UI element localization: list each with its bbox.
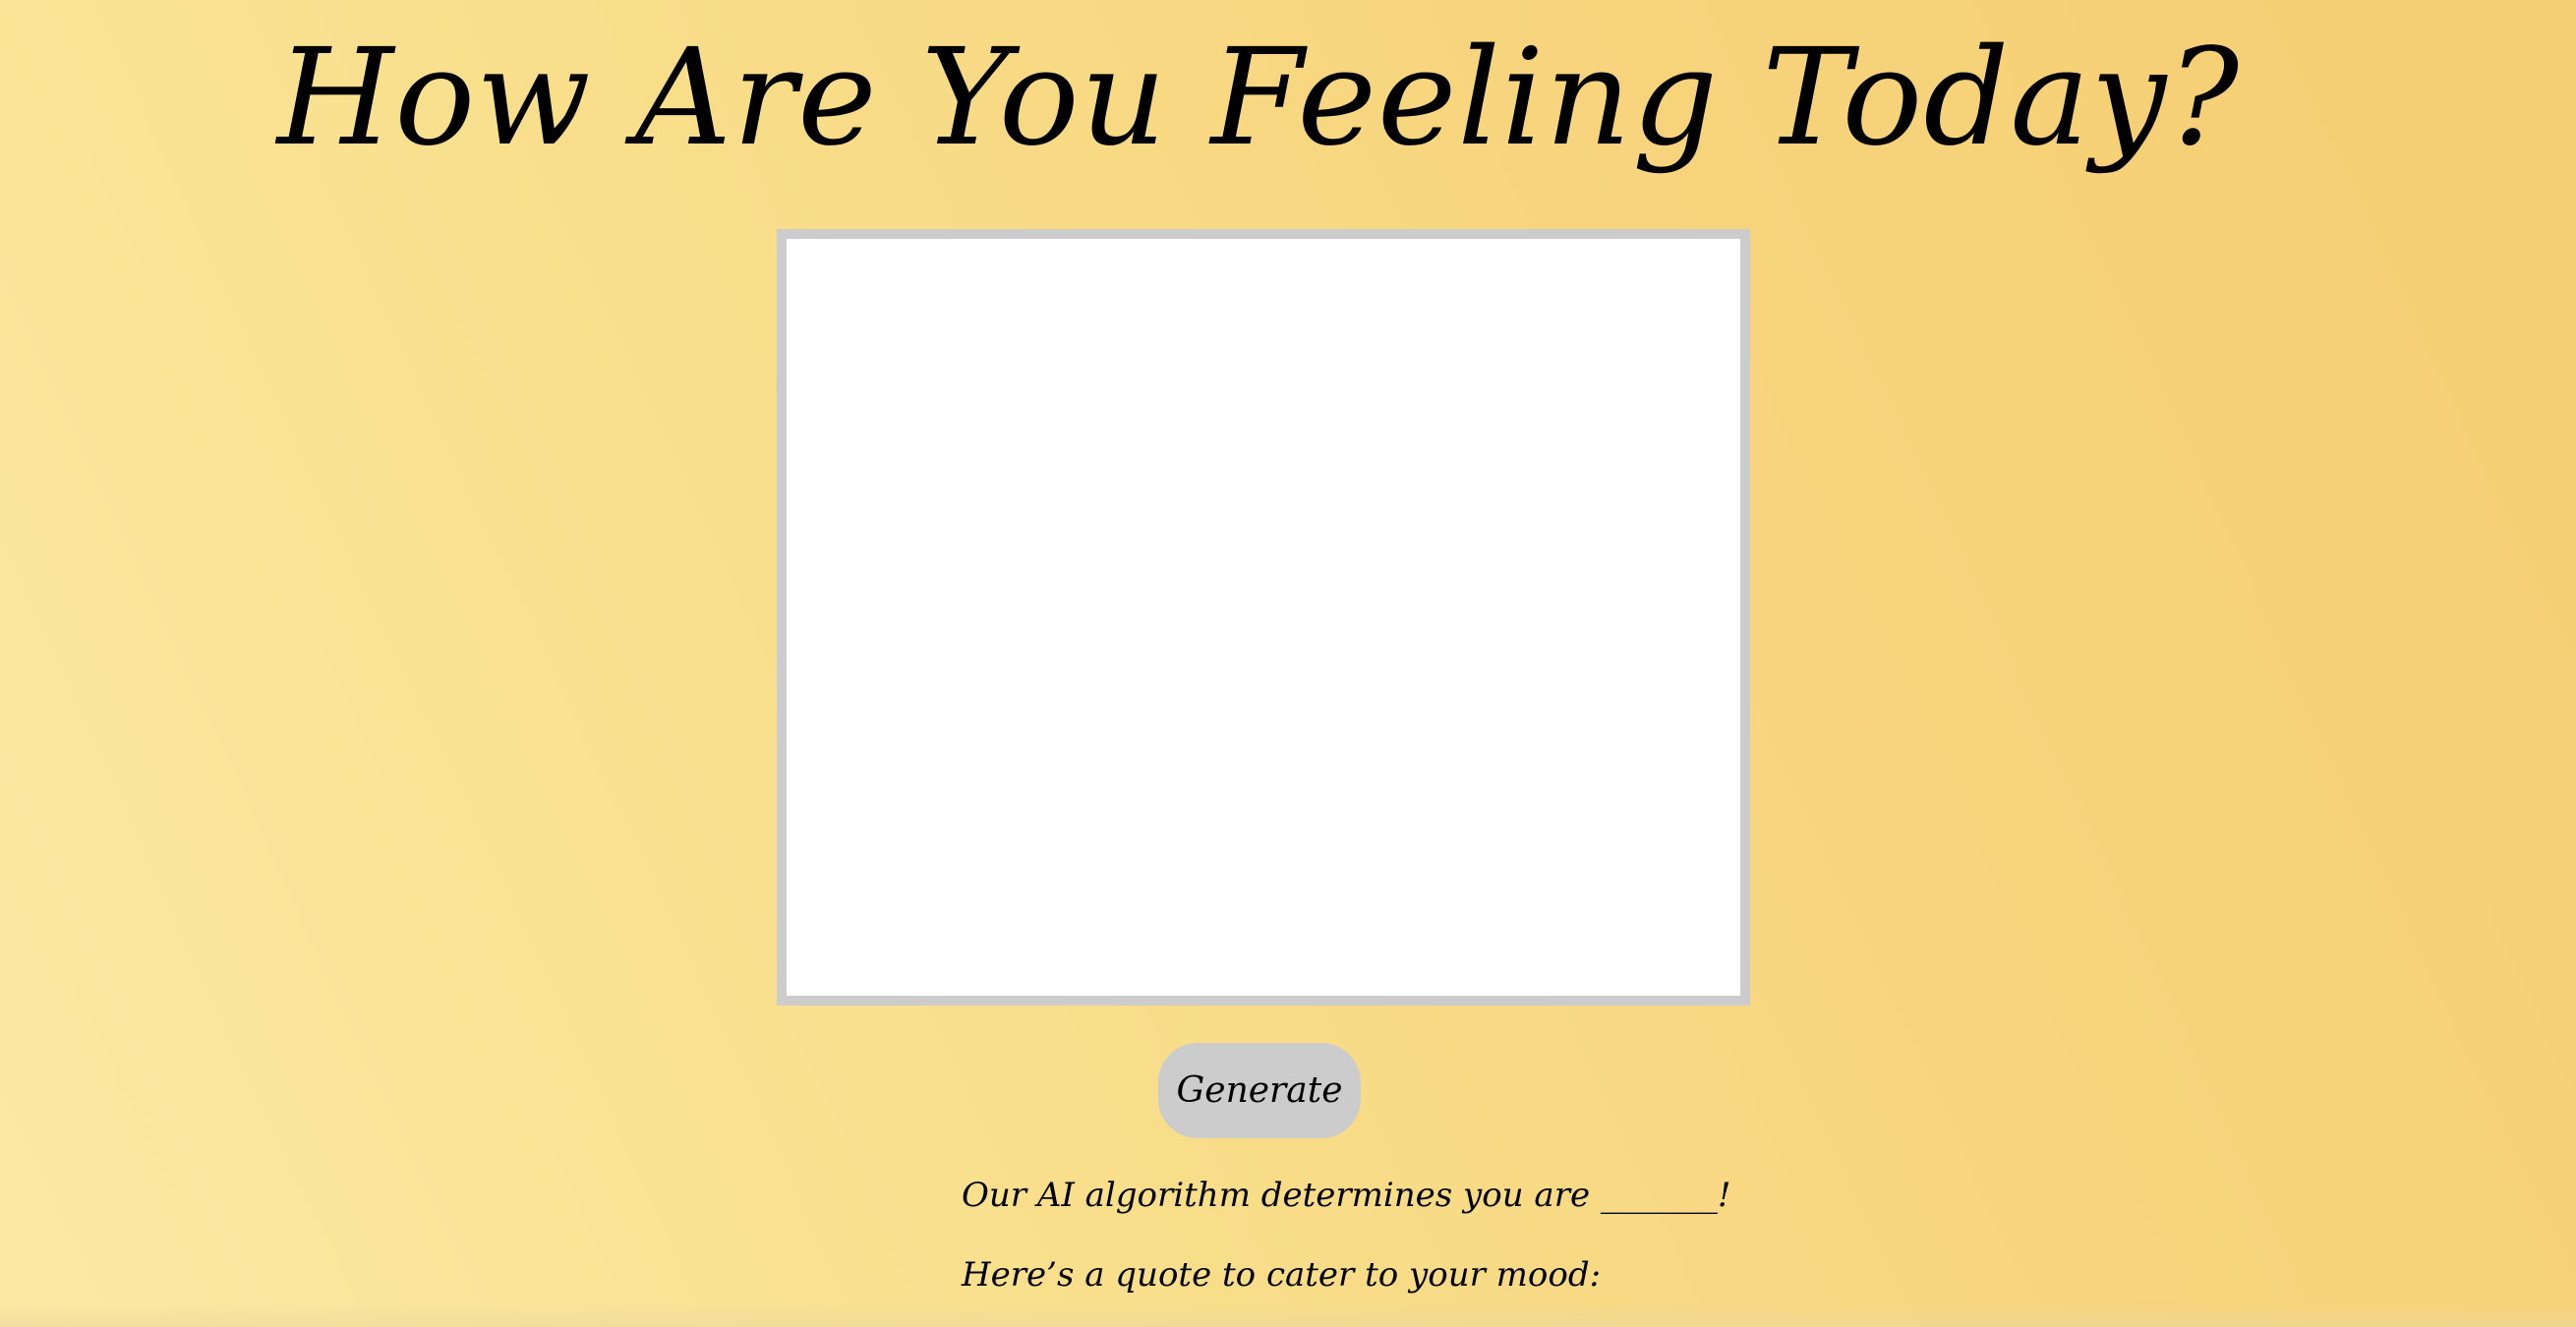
generate-button[interactable]: Generate [1158, 1043, 1361, 1138]
bottom-fade [0, 1303, 2576, 1327]
page-title: How Are You Feeling Today? [276, 21, 2241, 176]
quote-intro-text: Here’s a quote to cater to your mood: [962, 1255, 1602, 1295]
mood-result-text: Our AI algorithm determines you are ____… [962, 1176, 1731, 1215]
webcam-preview [777, 229, 1750, 1006]
